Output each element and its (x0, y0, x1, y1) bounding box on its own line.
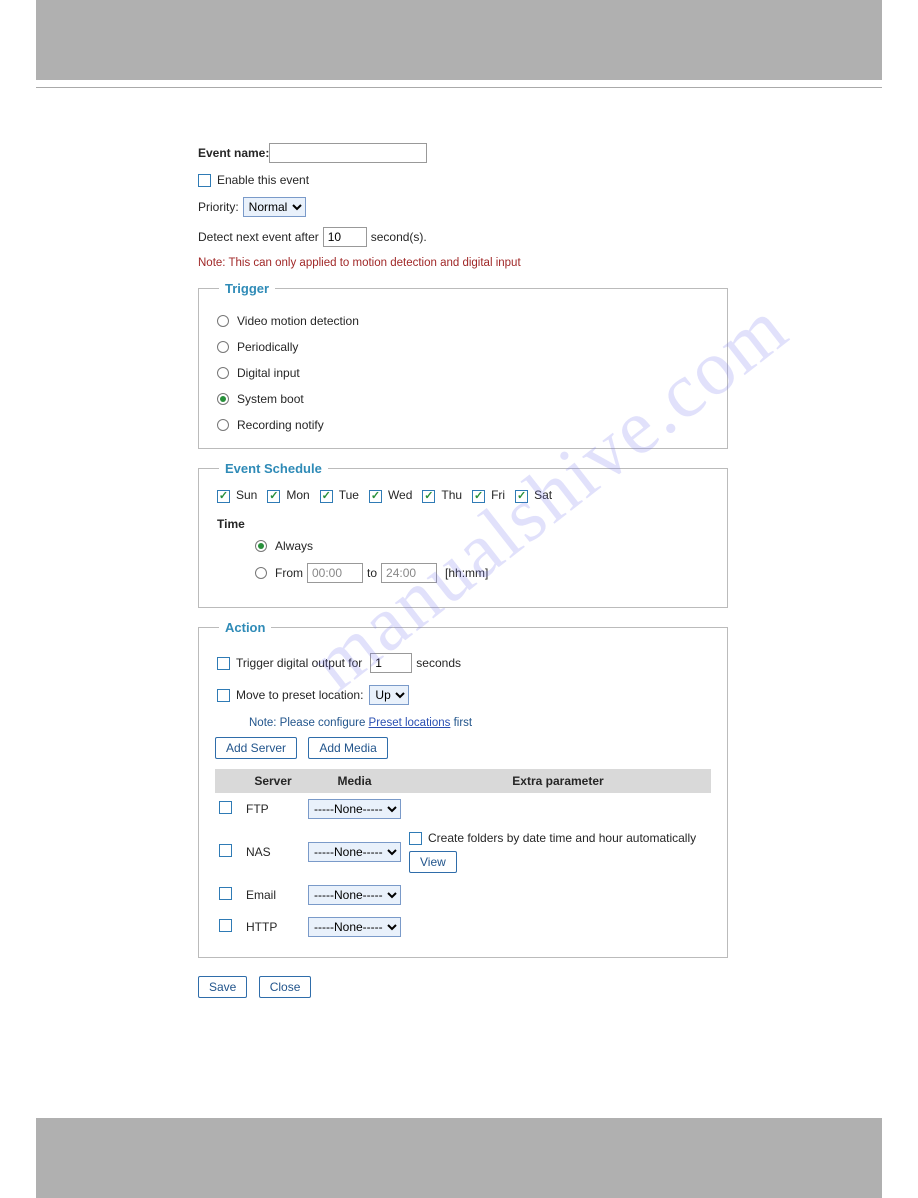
time-to-input[interactable] (381, 563, 437, 583)
trigger-do-row: Trigger digital output for seconds (217, 653, 711, 673)
enable-row: Enable this event (198, 173, 728, 187)
trigger-radio-motion[interactable] (217, 315, 229, 327)
trigger-label: Recording notify (237, 418, 324, 432)
day-item: Fri (472, 488, 505, 503)
table-row: Email -----None----- (215, 879, 711, 911)
day-item: Wed (369, 488, 412, 503)
day-tue-checkbox[interactable] (320, 490, 333, 503)
schedule-legend: Event Schedule (219, 461, 328, 476)
action-legend: Action (219, 620, 271, 635)
time-from-input[interactable] (307, 563, 363, 583)
add-buttons-row: Add Server Add Media (215, 737, 711, 759)
time-always-radio[interactable] (255, 540, 267, 552)
time-from-row: From to [hh:mm] (255, 563, 711, 583)
time-header: Time (217, 517, 711, 531)
trigger-option: Periodically (217, 340, 711, 354)
trigger-option: Digital input (217, 366, 711, 380)
th-media: Media (304, 769, 405, 793)
priority-select[interactable]: Normal (243, 197, 306, 217)
table-row: NAS -----None----- Create folders by dat… (215, 825, 711, 879)
th-extra: Extra parameter (405, 769, 711, 793)
day-mon-checkbox[interactable] (267, 490, 280, 503)
day-item: Tue (320, 488, 359, 503)
action-table: Server Media Extra parameter FTP -----No… (215, 769, 711, 943)
trigger-do-seconds-input[interactable] (370, 653, 412, 673)
move-preset-select[interactable]: Up (369, 685, 409, 705)
day-sat-checkbox[interactable] (515, 490, 528, 503)
th-server: Server (242, 769, 304, 793)
bottom-buttons: Save Close (198, 976, 728, 998)
trigger-label: System boot (237, 392, 304, 406)
move-preset-row: Move to preset location: Up (217, 685, 711, 705)
server-name: Email (242, 879, 304, 911)
day-thu-checkbox[interactable] (422, 490, 435, 503)
nas-folder-checkbox[interactable] (409, 832, 422, 845)
http-checkbox[interactable] (219, 919, 232, 932)
event-name-label: Event name: (198, 146, 269, 160)
top-banner (36, 0, 882, 80)
email-checkbox[interactable] (219, 887, 232, 900)
detect-note: Note: This can only applied to motion de… (198, 257, 728, 269)
enable-label: Enable this event (217, 173, 309, 187)
event-name-input[interactable] (269, 143, 427, 163)
time-always-row: Always (255, 539, 711, 553)
preset-note: Note: Please configure Preset locations … (249, 717, 711, 729)
day-item: Sat (515, 488, 552, 503)
ftp-checkbox[interactable] (219, 801, 232, 814)
schedule-fieldset: Event Schedule Sun Mon Tue Wed Thu Fri S… (198, 461, 728, 608)
add-server-button[interactable]: Add Server (215, 737, 297, 759)
day-item: Sun (217, 488, 257, 503)
time-from-radio[interactable] (255, 567, 267, 579)
http-media-select[interactable]: -----None----- (308, 917, 401, 937)
trigger-legend: Trigger (219, 281, 275, 296)
move-preset-checkbox[interactable] (217, 689, 230, 702)
save-button[interactable]: Save (198, 976, 247, 998)
table-row: FTP -----None----- (215, 793, 711, 825)
detect-suffix: second(s). (371, 230, 427, 244)
preset-locations-link[interactable]: Preset locations (369, 717, 451, 729)
trigger-option: Recording notify (217, 418, 711, 432)
nas-media-select[interactable]: -----None----- (308, 842, 401, 862)
detect-seconds-input[interactable] (323, 227, 367, 247)
nas-checkbox[interactable] (219, 844, 232, 857)
server-name: FTP (242, 793, 304, 825)
view-button[interactable]: View (409, 851, 457, 873)
ftp-media-select[interactable]: -----None----- (308, 799, 401, 819)
day-fri-checkbox[interactable] (472, 490, 485, 503)
server-name: HTTP (242, 911, 304, 943)
trigger-fieldset: Trigger Video motion detection Periodica… (198, 281, 728, 449)
day-item: Mon (267, 488, 309, 503)
event-name-row: Event name: (198, 143, 728, 163)
trigger-radio-digital[interactable] (217, 367, 229, 379)
email-media-select[interactable]: -----None----- (308, 885, 401, 905)
trigger-label: Periodically (237, 340, 298, 354)
event-form: Event name: Enable this event Priority: … (198, 143, 728, 998)
trigger-option: System boot (217, 392, 711, 406)
trigger-radio-periodic[interactable] (217, 341, 229, 353)
trigger-radio-recording[interactable] (217, 419, 229, 431)
detect-row: Detect next event after second(s). (198, 227, 728, 247)
trigger-label: Video motion detection (237, 314, 359, 328)
day-sun-checkbox[interactable] (217, 490, 230, 503)
add-media-button[interactable]: Add Media (308, 737, 387, 759)
trigger-label: Digital input (237, 366, 300, 380)
table-row: HTTP -----None----- (215, 911, 711, 943)
action-fieldset: Action Trigger digital output for second… (198, 620, 728, 958)
trigger-option: Video motion detection (217, 314, 711, 328)
priority-row: Priority: Normal (198, 197, 728, 217)
day-wed-checkbox[interactable] (369, 490, 382, 503)
bottom-banner (36, 1118, 882, 1198)
trigger-do-checkbox[interactable] (217, 657, 230, 670)
day-item: Thu (422, 488, 462, 503)
close-button[interactable]: Close (259, 976, 312, 998)
days-row: Sun Mon Tue Wed Thu Fri Sat (217, 488, 711, 503)
server-name: NAS (242, 825, 304, 879)
detect-prefix: Detect next event after (198, 230, 319, 244)
priority-label: Priority: (198, 200, 239, 214)
trigger-radio-boot[interactable] (217, 393, 229, 405)
enable-checkbox[interactable] (198, 174, 211, 187)
divider (36, 87, 882, 88)
